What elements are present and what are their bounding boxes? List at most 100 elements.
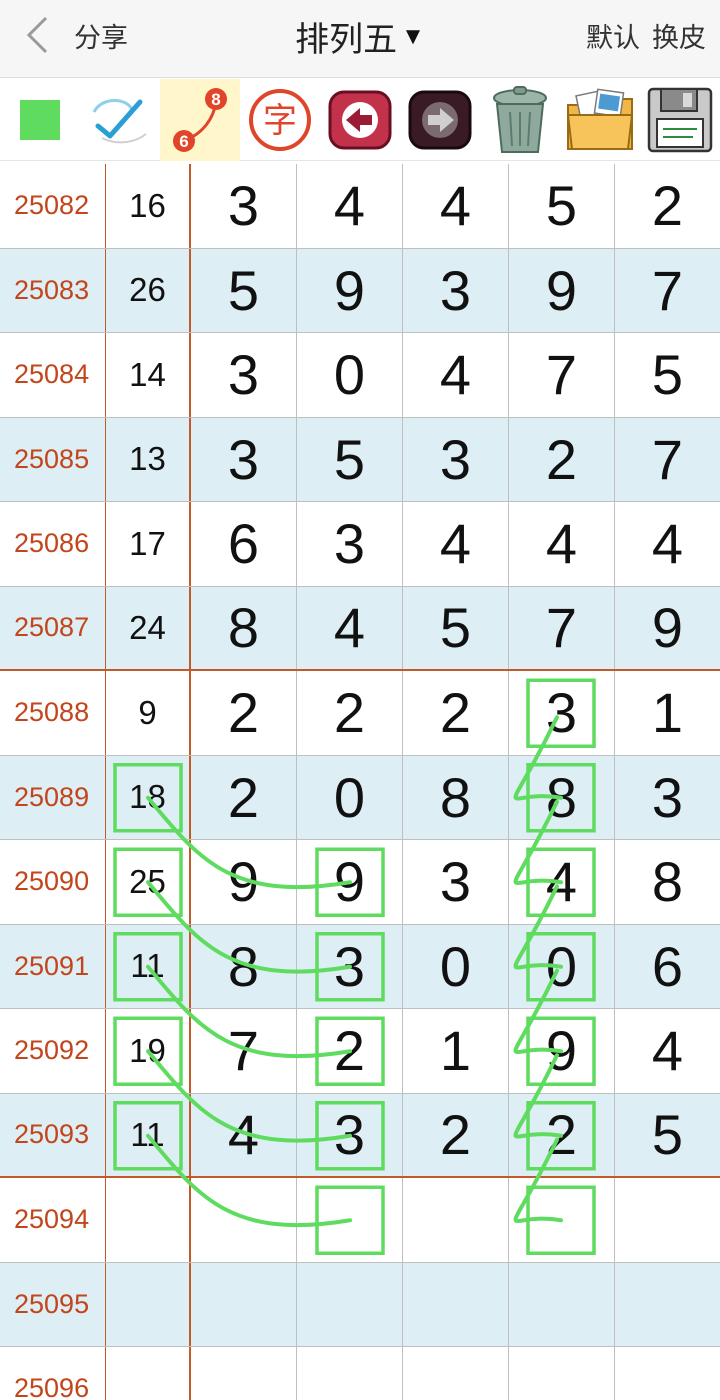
digit-cell-pos3[interactable]: 4 <box>403 333 509 417</box>
digit-cell-pos3[interactable] <box>403 1178 509 1262</box>
digit-cell-pos2[interactable]: 0 <box>297 755 403 839</box>
digit-cell-pos1[interactable]: 3 <box>191 417 297 501</box>
digit-cell-pos1[interactable]: 9 <box>191 840 297 924</box>
digit-cell-pos4[interactable]: 0 <box>509 924 615 1008</box>
digit-cell-pos5[interactable]: 5 <box>615 333 720 417</box>
sum-cell[interactable] <box>106 1262 191 1346</box>
digit-cell-pos5[interactable]: 3 <box>615 756 720 840</box>
digit-cell-pos1[interactable]: 5 <box>191 248 297 332</box>
sum-cell[interactable] <box>106 1178 191 1262</box>
pen-tool-button[interactable] <box>80 79 160 161</box>
digit-cell-pos4[interactable]: 7 <box>509 586 615 669</box>
digit-cell-pos2[interactable]: 4 <box>297 164 403 248</box>
sum-cell[interactable]: 17 <box>106 502 191 586</box>
save-button[interactable] <box>640 79 720 161</box>
digit-cell-pos1[interactable]: 4 <box>191 1093 297 1176</box>
sum-cell[interactable]: 26 <box>106 248 191 332</box>
digit-cell-pos2[interactable]: 3 <box>297 924 403 1008</box>
undo-button[interactable] <box>320 79 400 161</box>
sum-cell[interactable]: 19 <box>106 1009 191 1093</box>
sum-cell[interactable]: 13 <box>106 417 191 501</box>
sum-cell[interactable]: 24 <box>106 586 191 669</box>
digit-cell-pos5[interactable]: 9 <box>615 587 720 670</box>
sum-cell[interactable]: 9 <box>106 671 191 755</box>
digit-cell-pos1[interactable]: 8 <box>191 586 297 669</box>
digit-cell-pos3[interactable]: 0 <box>403 924 509 1008</box>
digit-cell-pos3[interactable]: 3 <box>403 417 509 501</box>
sum-cell[interactable]: 16 <box>106 164 191 248</box>
digit-cell-pos5[interactable]: 5 <box>615 1094 720 1177</box>
digit-cell-pos2[interactable]: 9 <box>297 248 403 332</box>
digit-cell-pos5[interactable]: 2 <box>615 164 720 248</box>
digit-cell-pos4[interactable] <box>509 1178 615 1262</box>
digit-cell-pos4[interactable] <box>509 1347 615 1400</box>
digit-cell-pos2[interactable]: 5 <box>297 417 403 501</box>
digit-cell-pos2[interactable]: 3 <box>297 1093 403 1176</box>
digit-cell-pos5[interactable] <box>615 1347 720 1400</box>
digit-cell-pos2[interactable]: 9 <box>297 840 403 924</box>
gallery-button[interactable] <box>560 79 640 161</box>
digit-cell-pos1[interactable] <box>191 1262 297 1346</box>
digit-cell-pos2[interactable] <box>297 1178 403 1262</box>
digit-cell-pos3[interactable]: 3 <box>403 840 509 924</box>
digit-cell-pos2[interactable]: 2 <box>297 1009 403 1093</box>
digit-cell-pos4[interactable]: 9 <box>509 248 615 332</box>
default-button[interactable]: 默认 <box>586 16 640 55</box>
digit-cell-pos5[interactable]: 7 <box>615 418 720 502</box>
digit-cell-pos1[interactable]: 3 <box>191 164 297 248</box>
digit-cell-pos1[interactable]: 2 <box>191 755 297 839</box>
sum-cell[interactable] <box>106 1347 191 1400</box>
digit-cell-pos4[interactable]: 2 <box>509 417 615 501</box>
digit-cell-pos5[interactable]: 8 <box>615 840 720 924</box>
digit-cell-pos3[interactable] <box>403 1347 509 1400</box>
digit-cell-pos3[interactable]: 8 <box>403 755 509 839</box>
redo-button[interactable] <box>400 79 480 161</box>
digit-cell-pos1[interactable]: 7 <box>191 1009 297 1093</box>
digit-cell-pos3[interactable]: 5 <box>403 586 509 669</box>
digit-cell-pos3[interactable]: 4 <box>403 502 509 586</box>
digit-cell-pos5[interactable] <box>615 1263 720 1347</box>
digit-cell-pos4[interactable] <box>509 1262 615 1346</box>
digit-cell-pos4[interactable]: 2 <box>509 1093 615 1176</box>
digit-cell-pos5[interactable]: 1 <box>615 671 720 755</box>
digit-cell-pos1[interactable] <box>191 1178 297 1262</box>
digit-cell-pos5[interactable]: 4 <box>615 1009 720 1093</box>
digit-cell-pos3[interactable]: 1 <box>403 1009 509 1093</box>
digit-cell-pos4[interactable]: 5 <box>509 164 615 248</box>
digit-cell-pos4[interactable]: 4 <box>509 502 615 586</box>
digit-cell-pos3[interactable]: 4 <box>403 164 509 248</box>
sum-cell[interactable]: 11 <box>106 1093 191 1176</box>
digit-cell-pos1[interactable] <box>191 1347 297 1400</box>
digit-cell-pos4[interactable]: 4 <box>509 840 615 924</box>
digit-cell-pos2[interactable] <box>297 1262 403 1346</box>
sum-cell[interactable]: 14 <box>106 333 191 417</box>
digit-cell-pos1[interactable]: 2 <box>191 671 297 755</box>
digit-cell-pos5[interactable]: 4 <box>615 502 720 586</box>
digit-cell-pos1[interactable]: 6 <box>191 502 297 586</box>
digit-cell-pos3[interactable]: 3 <box>403 248 509 332</box>
digit-cell-pos4[interactable]: 8 <box>509 755 615 839</box>
sum-cell[interactable]: 18 <box>106 755 191 839</box>
draw-table[interactable]: 25082 16 3 4 4 5 2 25083 26 5 9 3 9 7 25084 14 3 0 4 7 5 2508… <box>0 164 720 1400</box>
digit-cell-pos4[interactable]: 3 <box>509 671 615 755</box>
lottery-type-selector[interactable]: 排列五 ▼ <box>250 12 470 60</box>
digit-cell-pos1[interactable]: 8 <box>191 924 297 1008</box>
connect-numbers-button[interactable]: 8 6 <box>160 79 240 161</box>
clear-button[interactable] <box>480 79 560 161</box>
digit-cell-pos4[interactable]: 9 <box>509 1009 615 1093</box>
digit-cell-pos4[interactable]: 7 <box>509 333 615 417</box>
digit-cell-pos3[interactable]: 2 <box>403 671 509 755</box>
digit-cell-pos2[interactable]: 0 <box>297 333 403 417</box>
digit-cell-pos2[interactable]: 4 <box>297 586 403 669</box>
digit-cell-pos3[interactable] <box>403 1262 509 1346</box>
digit-cell-pos2[interactable]: 2 <box>297 671 403 755</box>
digit-cell-pos2[interactable] <box>297 1347 403 1400</box>
digit-cell-pos2[interactable]: 3 <box>297 502 403 586</box>
digit-cell-pos5[interactable]: 6 <box>615 925 720 1009</box>
color-picker-button[interactable] <box>0 79 80 161</box>
digit-cell-pos5[interactable]: 7 <box>615 249 720 333</box>
sum-cell[interactable]: 11 <box>106 924 191 1008</box>
digit-cell-pos5[interactable] <box>615 1178 720 1262</box>
sum-cell[interactable]: 25 <box>106 840 191 924</box>
text-mode-button[interactable]: 字 <box>240 79 320 161</box>
